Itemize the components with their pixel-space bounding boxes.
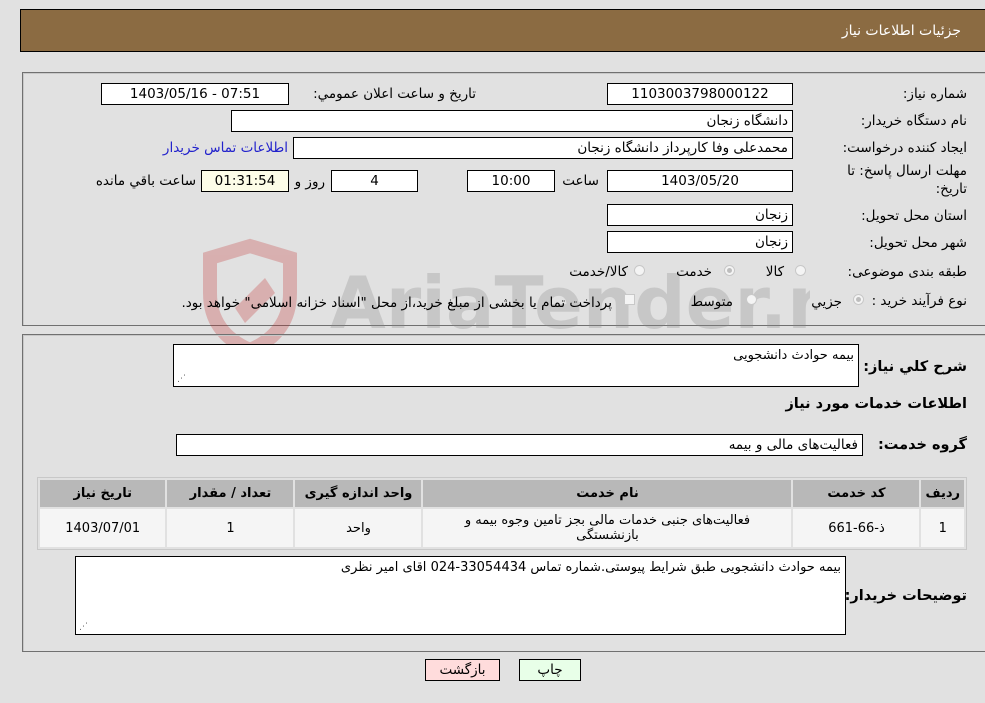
process-option-medium: متوسط [690,294,733,310]
deadline-time-label: ساعت [562,173,599,189]
creator-label: ایجاد کننده درخواست: [842,140,967,156]
services-table-wrap: ردیف کد خدمت نام خدمت واحد اندازه گیری ت… [37,477,967,550]
cell-need-date: 1403/07/01 [40,509,166,547]
table-header-row: ردیف کد خدمت نام خدمت واحد اندازه گیری ت… [40,480,964,507]
category-option-goods-service: کالا/خدمت [569,264,628,280]
process-label: نوع فرآیند خرید : [871,293,967,309]
col-header-row-num: ردیف [921,480,964,507]
remaining-time-label: ساعت باقي مانده [95,173,196,189]
process-radio-small[interactable] [853,294,864,305]
need-number-field: 1103003798000122 [607,83,793,105]
resize-grip-icon[interactable]: ⋱ [177,375,186,384]
resize-grip-icon[interactable]: ⋱ [79,623,88,632]
city-field: زنجان [607,231,793,253]
deadline-time-field: 10:00 [467,170,555,192]
treasury-checkbox[interactable] [624,294,635,305]
announce-field: 1403/05/16 - 07:51 [101,83,289,105]
province-label: استان محل تحویل: [861,208,967,224]
deadline-label-2: تاریخ: [935,181,967,197]
cell-row-num: 1 [921,509,964,547]
category-label-text: طبقه بندی موضوعی: [847,264,967,280]
province-field: زنجان [607,204,793,226]
process-radio-medium[interactable] [746,294,757,305]
page-header: جزئیات اطلاعات نیاز [20,9,985,52]
general-desc-textarea[interactable]: بیمه حوادث دانشجویی ⋱ [173,344,859,387]
col-header-service-code: کد خدمت [793,480,920,507]
remaining-time-field: 01:31:54 [201,170,289,192]
buyer-org-label: نام دستگاه خریدار: [860,113,967,129]
cell-unit: واحد [295,509,422,547]
category-radio-goods-service[interactable] [634,265,645,276]
days-remaining-field: 4 [331,170,418,192]
cell-service-name: فعالیت‌های جنبی خدمات مالی بجز تامین وجو… [423,509,792,547]
deadline-label: مهلت ارسال پاسخ: تا [847,163,967,179]
print-button[interactable]: چاپ [519,659,581,681]
buyer-contact-link[interactable]: اطلاعات تماس خریدار [163,140,288,156]
back-button[interactable]: بازگشت [425,659,500,681]
category-option-service: خدمت [676,264,712,280]
category-radio-service[interactable] [724,265,735,276]
col-header-quantity: تعداد / مقدار [167,480,294,507]
services-heading: اطلاعات خدمات مورد نیاز [785,396,967,412]
announce-label: تاریخ و ساعت اعلان عمومي: [313,86,476,102]
page-title: جزئیات اطلاعات نیاز [841,23,961,39]
general-desc-label: شرح کلي نیاز: [863,359,967,375]
table-row: 1 ذ-66-661 فعالیت‌های جنبی خدمات مالی بج… [40,509,964,547]
buyer-notes-textarea[interactable]: بیمه حوادث دانشجویی طبق شرایط پیوستی.شما… [75,556,846,635]
cell-service-code: ذ-66-661 [793,509,920,547]
need-number-label: شماره نیاز: [902,86,967,102]
general-desc-text: بیمه حوادث دانشجویی [733,348,854,363]
col-header-service-name: نام خدمت [423,480,792,507]
service-group-label: گروه خدمت: [877,437,967,453]
creator-field: محمدعلی وفا کارپرداز دانشگاه زنجان [293,137,793,159]
service-group-field: فعالیت‌های مالی و بیمه [176,434,863,456]
buyer-notes-label: توضیحات خریدار: [844,588,967,604]
col-header-unit: واحد اندازه گیری [295,480,422,507]
cell-quantity: 1 [167,509,294,547]
category-option-goods: کالا [765,264,784,280]
days-label: روز و [294,174,325,190]
deadline-date-field: 1403/05/20 [607,170,793,192]
services-table: ردیف کد خدمت نام خدمت واحد اندازه گیری ت… [38,478,966,549]
category-radio-goods[interactable] [795,265,806,276]
buyer-org-field: دانشگاه زنجان [231,110,793,132]
treasury-note: پرداخت تمام یا بخشی از مبلغ خرید،از محل … [181,295,612,311]
city-label: شهر محل تحویل: [869,235,967,251]
buyer-notes-text: بیمه حوادث دانشجویی طبق شرایط پیوستی.شما… [340,560,841,575]
process-option-small: جزيي [811,294,842,310]
col-header-need-date: تاریخ نیاز [40,480,166,507]
